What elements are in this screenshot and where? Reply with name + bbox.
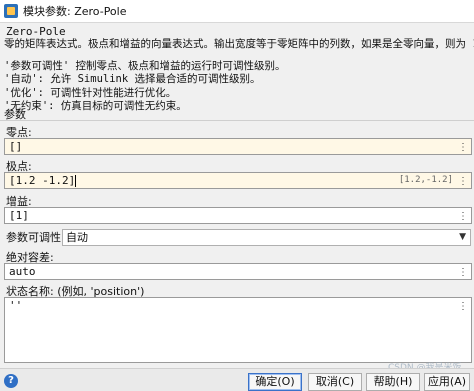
description-line: '优化': 可调性针对性能进行优化。 <box>4 86 177 99</box>
simulink-block-icon <box>4 4 18 18</box>
help-button[interactable]: 帮助(H) <box>366 373 420 391</box>
state-name-field[interactable]: '' ⋮ <box>4 297 472 363</box>
chevron-down-icon: ▼ <box>459 232 466 242</box>
tunability-label: 参数可调性: <box>6 231 65 244</box>
tunability-dropdown[interactable]: 自动 ▼ <box>62 229 471 246</box>
more-options-icon[interactable]: ⋮ <box>458 174 468 188</box>
description-line: '参数可调性' 控制零点、极点和增益的运行时可调性级别。 <box>4 59 286 72</box>
poles-field[interactable]: [1.2 -1.2] [1.2,-1.2] ⋮ <box>4 172 472 189</box>
abs-tol-value: auto <box>9 265 36 278</box>
poles-value: [1.2 -1.2] <box>9 174 76 187</box>
tunability-value: 自动 <box>66 231 88 244</box>
section-divider <box>0 120 474 121</box>
state-name-value: '' <box>9 299 23 312</box>
more-options-icon[interactable]: ⋮ <box>458 265 468 279</box>
ok-button[interactable]: 确定(O) <box>248 373 302 391</box>
apply-button[interactable]: 应用(A) <box>424 373 470 391</box>
zeros-value: [] <box>9 140 23 153</box>
block-type-name: Zero-Pole <box>6 25 66 38</box>
more-options-icon[interactable]: ⋮ <box>458 209 468 223</box>
tunability-row: 参数可调性: <box>6 229 65 245</box>
gain-value: [1] <box>9 209 29 222</box>
gain-field[interactable]: [1] ⋮ <box>4 207 472 224</box>
more-options-icon[interactable]: ⋮ <box>458 299 468 314</box>
poles-value-hint: [1.2,-1.2] <box>398 175 453 185</box>
description-line: '自动': 允许 Simulink 选择最合适的可调性级别。 <box>4 73 261 85</box>
description-line: '无约束': 仿真目标的可调性无约束。 <box>4 100 187 112</box>
abs-tol-field[interactable]: auto ⋮ <box>4 263 472 280</box>
window-title: 模块参数: Zero-Pole <box>23 5 127 18</box>
cancel-button[interactable]: 取消(C) <box>308 373 362 391</box>
more-options-icon[interactable]: ⋮ <box>458 140 468 154</box>
title-bar: 模块参数: Zero-Pole <box>0 0 474 23</box>
text-cursor <box>75 175 77 187</box>
help-icon[interactable]: ? <box>4 374 18 388</box>
zeros-field[interactable]: [] ⋮ <box>4 138 472 155</box>
block-description: 零的矩阵表达式。极点和增益的向量表达式。输出宽度等于零矩阵中的列数，如果是全零向… <box>0 38 474 114</box>
description-line: 零的矩阵表达式。极点和增益的向量表达式。输出宽度等于零矩阵中的列数，如果是全零向… <box>4 38 474 50</box>
